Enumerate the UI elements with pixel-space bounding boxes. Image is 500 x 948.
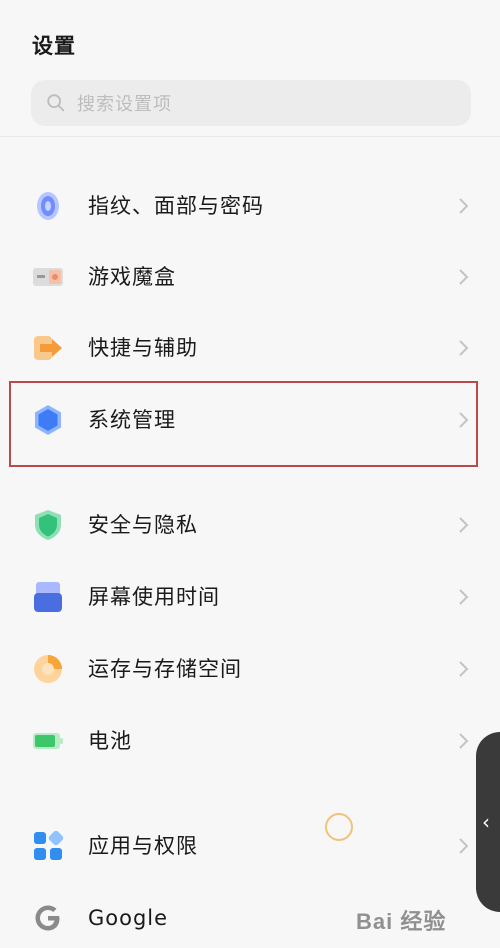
chevron-right-icon (459, 517, 469, 533)
side-panel-handle[interactable]: ‹ (476, 732, 500, 912)
screen-time-icon (32, 581, 64, 613)
chevron-right-icon (459, 838, 469, 854)
apps-grid-icon (32, 830, 64, 862)
settings-item-label: 安全与隐私 (88, 513, 198, 537)
shield-icon (32, 509, 64, 541)
search-icon (47, 94, 65, 112)
settings-item-label: 游戏魔盒 (88, 265, 176, 289)
chevron-right-icon (459, 661, 469, 677)
fingerprint-icon (32, 190, 64, 222)
settings-item-label: 快捷与辅助 (88, 336, 198, 360)
settings-item-game-box[interactable]: 游戏魔盒 (0, 247, 500, 307)
chevron-left-icon: ‹ (482, 810, 490, 834)
settings-item-label: 运存与存储空间 (88, 657, 242, 681)
settings-item-battery[interactable]: 电池 (0, 711, 500, 771)
settings-item-shortcut[interactable]: 快捷与辅助 (0, 318, 500, 378)
search-bar[interactable]: 搜索设置项 (31, 80, 471, 126)
chevron-right-icon (459, 733, 469, 749)
settings-item-label: 电池 (88, 729, 132, 753)
google-icon (32, 902, 64, 934)
divider (0, 136, 500, 137)
settings-item-fingerprint[interactable]: 指纹、面部与密码 (0, 176, 500, 236)
highlight-frame (9, 381, 478, 467)
chevron-right-icon (459, 589, 469, 605)
storage-pie-icon (32, 653, 64, 685)
chevron-right-icon (459, 269, 469, 285)
settings-item-screen-time[interactable]: 屏幕使用时间 (0, 567, 500, 627)
shortcut-icon (32, 332, 64, 364)
page-title: 设置 (32, 34, 76, 58)
search-placeholder: 搜索设置项 (77, 94, 172, 115)
touch-ring (325, 813, 353, 841)
settings-item-label: 指纹、面部与密码 (88, 194, 264, 218)
settings-item-security-privacy[interactable]: 安全与隐私 (0, 495, 500, 555)
watermark: Bai 经验 (356, 909, 447, 934)
settings-item-label: Google (88, 906, 169, 930)
settings-item-label: 应用与权限 (88, 834, 198, 858)
battery-icon (32, 725, 64, 757)
chevron-right-icon (459, 340, 469, 356)
settings-item-storage[interactable]: 运存与存储空间 (0, 639, 500, 699)
chevron-right-icon (459, 198, 469, 214)
settings-item-label: 屏幕使用时间 (88, 585, 220, 609)
game-box-icon (32, 261, 64, 293)
settings-item-apps-permissions[interactable]: 应用与权限 (0, 816, 500, 876)
